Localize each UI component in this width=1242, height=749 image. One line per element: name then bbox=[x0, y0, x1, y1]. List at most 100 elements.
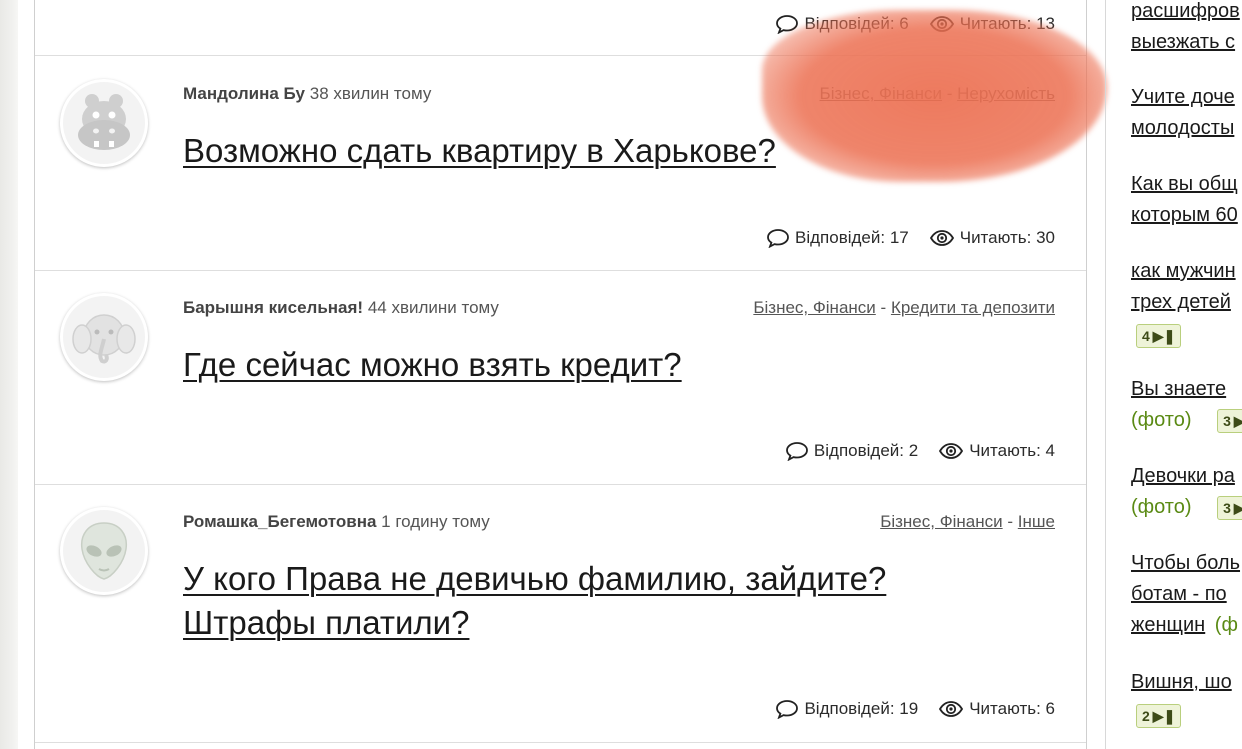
sidebar-question-link[interactable]: Как вы общ которым 60 bbox=[1131, 169, 1242, 231]
elephant-icon bbox=[72, 314, 136, 364]
category-separator: - bbox=[946, 84, 953, 103]
sidebar-question-line: Вишня, шо bbox=[1131, 671, 1232, 693]
user-avatar[interactable] bbox=[60, 79, 148, 167]
photo-tag: (фото) bbox=[1131, 409, 1192, 431]
sidebar-question-link[interactable]: как мужчин трех детей 4 ▶❚ bbox=[1131, 256, 1242, 351]
user-avatar[interactable] bbox=[60, 293, 148, 381]
subcategory-link[interactable]: Нерухомість bbox=[957, 84, 1055, 103]
pages-badge[interactable]: 3▶❚ bbox=[1217, 408, 1242, 433]
sidebar-question-link[interactable]: Девочки ра (фото) 3▶❚ bbox=[1131, 461, 1242, 523]
question-item: Барышня кисельная! 44 хвилини тому Бізне… bbox=[35, 271, 1086, 485]
replies-label: Відповідей: 19 bbox=[804, 699, 919, 718]
pages-count: 3 bbox=[1223, 412, 1231, 429]
question-categories: Бізнес, Фінанси - Кредити та депозити bbox=[753, 298, 1055, 318]
reading-label: Читають: 30 bbox=[959, 228, 1055, 247]
comment-bubble-icon bbox=[776, 700, 799, 719]
author-name[interactable]: Ромашка_Бегемотовна bbox=[183, 512, 376, 531]
last-page-icon: ▶❚ bbox=[1152, 707, 1176, 724]
sidebar-question-line: трех детей bbox=[1131, 291, 1231, 313]
replies-count[interactable]: Відповідей: 6 bbox=[775, 14, 909, 34]
sidebar-popular-questions: расшифров выезжать с Учите доче молодост… bbox=[1131, 0, 1242, 749]
eye-icon bbox=[929, 16, 954, 32]
question-title-link[interactable]: Возможно сдать квартиру в Харькове? bbox=[183, 129, 983, 173]
question-item: Мандолина Бу 38 хвилин тому Бізнес, Фіна… bbox=[35, 57, 1086, 271]
reading-count: Читають: 13 bbox=[929, 14, 1055, 34]
reading-label: Читають: 6 bbox=[969, 699, 1055, 718]
subcategory-link[interactable]: Кредити та депозити bbox=[891, 298, 1055, 317]
sidebar-question-line: как мужчин bbox=[1131, 260, 1236, 282]
last-page-icon: ▶❚ bbox=[1233, 499, 1242, 516]
sidebar-question-line: ботам - по bbox=[1131, 583, 1227, 605]
sidebar-question-line: Девочки ра bbox=[1131, 465, 1235, 487]
post-time: 44 хвилини тому bbox=[367, 298, 499, 317]
sidebar-divider bbox=[1105, 0, 1106, 749]
question-stats: Відповідей: 2 Читають: 4 bbox=[785, 441, 1055, 461]
pages-count: 3 bbox=[1223, 499, 1231, 516]
question-categories: Бізнес, Фінанси - Нерухомість bbox=[820, 84, 1055, 104]
replies-label: Відповідей: 6 bbox=[804, 14, 909, 33]
photo-tag: (ф bbox=[1214, 614, 1238, 636]
post-time: 1 годину тому bbox=[381, 512, 490, 531]
replies-count[interactable]: Відповідей: 19 bbox=[775, 699, 918, 719]
post-time: 38 хвилин тому bbox=[309, 84, 432, 103]
replies-label: Відповідей: 17 bbox=[795, 228, 909, 247]
reading-count: Читають: 30 bbox=[929, 228, 1055, 248]
sidebar-question-line: Чтобы боль bbox=[1131, 552, 1241, 574]
page-left-shadow bbox=[0, 0, 18, 749]
sidebar-question-link[interactable]: Учите доче молодосты bbox=[1131, 82, 1242, 144]
question-meta: Ромашка_Бегемотовна 1 годину тому bbox=[183, 512, 490, 532]
pages-count: 2 bbox=[1142, 707, 1150, 724]
reading-count: Читають: 4 bbox=[938, 441, 1055, 461]
comment-bubble-icon bbox=[786, 442, 808, 461]
category-separator: - bbox=[1007, 512, 1014, 531]
sidebar-question-link[interactable]: Чтобы боль ботам - по женщин (ф bbox=[1131, 548, 1242, 641]
sidebar-question-line: Как вы общ bbox=[1131, 173, 1238, 195]
sidebar-question-link[interactable]: Вишня, шо 2 ▶❚ bbox=[1131, 667, 1242, 731]
pages-badge[interactable]: 3▶❚ bbox=[1217, 495, 1242, 520]
pages-badge[interactable]: 4 ▶❚ bbox=[1136, 323, 1182, 348]
subcategory-link[interactable]: Інше bbox=[1018, 512, 1055, 531]
sidebar-question-line: которым 60 bbox=[1131, 204, 1238, 226]
comment-bubble-icon bbox=[776, 15, 799, 34]
eye-icon bbox=[939, 443, 964, 459]
author-name[interactable]: Барышня кисельная! bbox=[183, 298, 363, 317]
reading-label: Читають: 13 bbox=[959, 14, 1055, 33]
pages-badge[interactable]: 2 ▶❚ bbox=[1136, 703, 1182, 728]
sidebar-question-line: женщин bbox=[1131, 614, 1206, 636]
last-page-icon: ▶❚ bbox=[1152, 327, 1176, 344]
questions-list: Відповідей: 6 Читають: 13 Мандолина Бу 3… bbox=[34, 0, 1087, 749]
sidebar-question-line: расшифров bbox=[1131, 0, 1240, 22]
previous-question-footer: Відповідей: 6 Читають: 13 bbox=[35, 0, 1086, 56]
replies-count[interactable]: Відповідей: 17 bbox=[766, 228, 909, 248]
eye-icon bbox=[939, 701, 964, 717]
question-title-link[interactable]: У кого Права не девичью фамилию, зайдите… bbox=[183, 557, 983, 645]
photo-tag: (фото) bbox=[1131, 496, 1192, 518]
eye-icon bbox=[929, 230, 954, 246]
user-avatar[interactable] bbox=[60, 507, 148, 595]
category-link[interactable]: Бізнес, Фінанси bbox=[880, 512, 1002, 531]
question-meta: Барышня кисельная! 44 хвилини тому bbox=[183, 298, 499, 318]
category-separator: - bbox=[880, 298, 887, 317]
comment-bubble-icon bbox=[767, 229, 789, 248]
question-item: Ромашка_Бегемотовна 1 годину тому Бізнес… bbox=[35, 485, 1086, 743]
question-categories: Бізнес, Фінанси - Інше bbox=[880, 512, 1055, 532]
pages-count: 4 bbox=[1142, 327, 1150, 344]
category-link[interactable]: Бізнес, Фінанси bbox=[753, 298, 875, 317]
question-meta: Мандолина Бу 38 хвилин тому bbox=[183, 84, 431, 104]
author-name[interactable]: Мандолина Бу bbox=[183, 84, 305, 103]
question-stats: Відповідей: 19 Читають: 6 bbox=[775, 699, 1055, 719]
replies-label: Відповідей: 2 bbox=[813, 441, 919, 460]
sidebar-question-line: молодосты bbox=[1131, 117, 1235, 139]
sidebar-question-link[interactable]: расшифров выезжать с bbox=[1131, 0, 1242, 58]
question-title-link[interactable]: Где сейчас можно взять кредит? bbox=[183, 343, 983, 387]
reading-label: Читають: 4 bbox=[969, 441, 1055, 460]
hippo-icon bbox=[78, 94, 130, 150]
question-stats: Відповідей: 17 Читають: 30 bbox=[766, 228, 1055, 248]
sidebar-question-link[interactable]: Вы знаете (фото) 3▶❚ bbox=[1131, 374, 1242, 436]
sidebar-question-line: выезжать с bbox=[1131, 31, 1236, 53]
replies-count[interactable]: Відповідей: 2 bbox=[785, 441, 918, 461]
alien-icon bbox=[80, 522, 128, 580]
question-stats: Відповідей: 6 Читають: 13 bbox=[775, 14, 1055, 34]
sidebar-question-line: Вы знаете bbox=[1131, 378, 1227, 400]
category-link[interactable]: Бізнес, Фінанси bbox=[820, 84, 942, 103]
